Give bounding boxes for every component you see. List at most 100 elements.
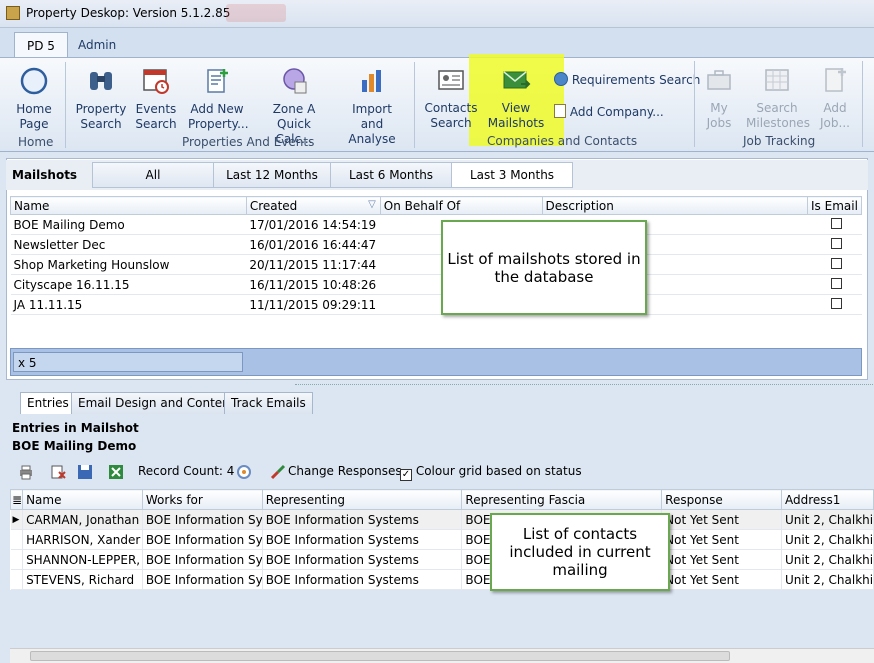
col-created[interactable]: Created ▽	[245, 196, 381, 215]
table-row[interactable]: Shop Marketing Hounslow 20/11/2015 11:17…	[10, 254, 862, 275]
col-name[interactable]: Name	[10, 196, 247, 215]
is-email-checkbox[interactable]	[830, 237, 842, 249]
mailshots-grid: Name Created ▽ On Behalf Of Description I…	[10, 196, 862, 315]
colour-grid-toggle[interactable]: ✓ Colour grid based on status	[400, 464, 582, 481]
table-row[interactable]: JA 11.11.15 11/11/2015 09:29:11	[10, 294, 862, 315]
requirements-search-label: Requirements Search	[571, 73, 701, 87]
envelope-arrow-icon	[503, 71, 531, 89]
filter-all[interactable]: All	[92, 162, 214, 188]
cell-address: Unit 2, Chalkhill House	[781, 529, 874, 550]
add-company-button[interactable]: Add Company...	[554, 104, 664, 119]
zone-a-label-1: Zone A	[272, 102, 316, 116]
tab-track-emails[interactable]: Track Emails	[224, 392, 313, 414]
search-milestones-button[interactable]: Search Milestones	[746, 65, 810, 131]
excel-export-icon[interactable]	[108, 464, 124, 480]
cell-address: Unit 2, Chalkhill House	[781, 509, 874, 530]
col-is-email[interactable]: Is Email	[807, 196, 862, 215]
col-description[interactable]: Description	[541, 196, 809, 215]
scrollbar-thumb[interactable]	[30, 651, 730, 661]
table-row[interactable]: HARRISON, Xander BOE Information Systems…	[10, 529, 874, 550]
cell-is-email	[807, 274, 862, 295]
splitter[interactable]	[295, 384, 874, 387]
events-search-button[interactable]: Events Search	[134, 66, 178, 132]
refresh-palette-icon[interactable]	[236, 464, 252, 480]
record-count: Record Count: 4	[138, 464, 235, 478]
entries-mailshot-name: BOE Mailing Demo	[12, 439, 137, 453]
tab-pd5[interactable]: PD 5	[14, 32, 68, 58]
table-row[interactable]: Newsletter Dec 16/01/2016 16:44:47	[10, 234, 862, 255]
filter-last-12-months[interactable]: Last 12 Months	[213, 162, 331, 188]
add-company-label: Add Company...	[569, 105, 664, 119]
cell-created: 11/11/2015 09:29:11	[246, 294, 381, 315]
cell-is-email	[807, 294, 862, 315]
events-search-label-1: Events	[135, 102, 177, 116]
table-row[interactable]: BOE Mailing Demo 17/01/2016 14:54:19	[10, 214, 862, 235]
home-page-button[interactable]: Home Page	[12, 66, 56, 132]
calendar-clock-icon	[143, 69, 169, 94]
remove-columns-icon[interactable]	[50, 464, 66, 480]
search-milestones-label-1: Search	[756, 101, 798, 115]
row-selector	[10, 569, 24, 590]
add-new-property-label-1: Add New	[190, 102, 244, 116]
col-on-behalf-of[interactable]: On Behalf Of	[379, 196, 543, 215]
title-bar: Property Deskop: Version 5.1.2.85	[0, 0, 874, 28]
property-search-button[interactable]: Property Search	[74, 66, 128, 132]
requirements-search-button[interactable]: Requirements Search	[554, 72, 700, 87]
col-works-for[interactable]: Works for	[141, 489, 263, 510]
col-created-label: Created	[249, 198, 298, 213]
horizontal-scrollbar[interactable]	[10, 648, 874, 663]
col-name[interactable]: Name	[22, 489, 143, 510]
search-milestones-label-2: Milestones	[746, 116, 810, 130]
globe-pin-icon	[554, 72, 568, 86]
cell-name: Shop Marketing Hounslow	[10, 254, 247, 275]
group-separator	[694, 61, 695, 147]
colour-grid-checkbox[interactable]: ✓	[400, 469, 412, 481]
cell-name: BOE Mailing Demo	[10, 214, 247, 235]
view-mailshots-button[interactable]: View Mailshots	[486, 65, 546, 131]
cell-is-email	[807, 214, 862, 235]
group-label-companies: Companies and Contacts	[487, 134, 638, 148]
add-job-button[interactable]: Add Job...	[816, 65, 854, 131]
is-email-checkbox[interactable]	[830, 297, 842, 309]
table-row[interactable]: SHANNON-LEPPER, C BOE Information System…	[10, 549, 874, 570]
is-email-checkbox[interactable]	[830, 277, 842, 289]
my-jobs-button[interactable]: My Jobs	[700, 65, 738, 131]
filter-last-3-months[interactable]: Last 3 Months	[451, 162, 573, 188]
is-email-checkbox[interactable]	[830, 257, 842, 269]
tab-admin[interactable]: Admin	[66, 32, 128, 58]
table-row[interactable]: Cityscape 16.11.15 16/11/2015 10:48:26	[10, 274, 862, 295]
change-responses-button[interactable]: Change Responses...	[288, 464, 413, 478]
sort-desc-icon: ▽	[368, 198, 376, 210]
row-selector	[10, 529, 24, 550]
tab-email-design[interactable]: Email Design and Content	[71, 392, 242, 414]
col-representing[interactable]: Representing	[261, 489, 463, 510]
add-job-label-2: Job...	[820, 116, 850, 130]
col-address1[interactable]: Address1	[781, 489, 874, 510]
cell-name: STEVENS, Richard	[22, 569, 143, 590]
row-selector-header: ≣	[9, 489, 24, 510]
filter-last-6-months[interactable]: Last 6 Months	[330, 162, 452, 188]
cell-is-email	[807, 234, 862, 255]
import-and-analyse-button[interactable]: Import and Analyse	[340, 66, 404, 147]
add-new-property-button[interactable]: Add New Property...	[188, 66, 249, 132]
cell-representing: BOE Information Systems	[262, 569, 463, 590]
compass-icon	[20, 67, 48, 95]
cell-response: Not Yet Sent	[661, 569, 783, 590]
col-representing-fascia[interactable]: Representing Fascia	[461, 489, 663, 510]
print-icon[interactable]	[18, 464, 34, 480]
cell-name: Cityscape 16.11.15	[10, 274, 247, 295]
background-window-ghost	[226, 4, 286, 22]
cell-created: 16/01/2016 16:44:47	[246, 234, 381, 255]
tab-entries[interactable]: Entries	[20, 392, 76, 414]
cell-works-for: BOE Information Systems	[142, 549, 263, 570]
import-analyse-label-2: Analyse	[348, 132, 396, 146]
contacts-search-button[interactable]: Contacts Search	[424, 65, 478, 131]
is-email-checkbox[interactable]	[830, 217, 842, 229]
save-icon[interactable]	[77, 464, 93, 480]
col-response[interactable]: Response	[661, 489, 783, 510]
mailshots-callout: List of mailshots stored in the database	[441, 220, 647, 315]
cell-response: Not Yet Sent	[661, 509, 783, 530]
paint-brush-icon[interactable]	[270, 464, 286, 480]
table-row[interactable]: ▶ CARMAN, Jonathan BOE Information Syste…	[10, 509, 874, 530]
table-row[interactable]: STEVENS, Richard BOE Information Systems…	[10, 569, 874, 590]
